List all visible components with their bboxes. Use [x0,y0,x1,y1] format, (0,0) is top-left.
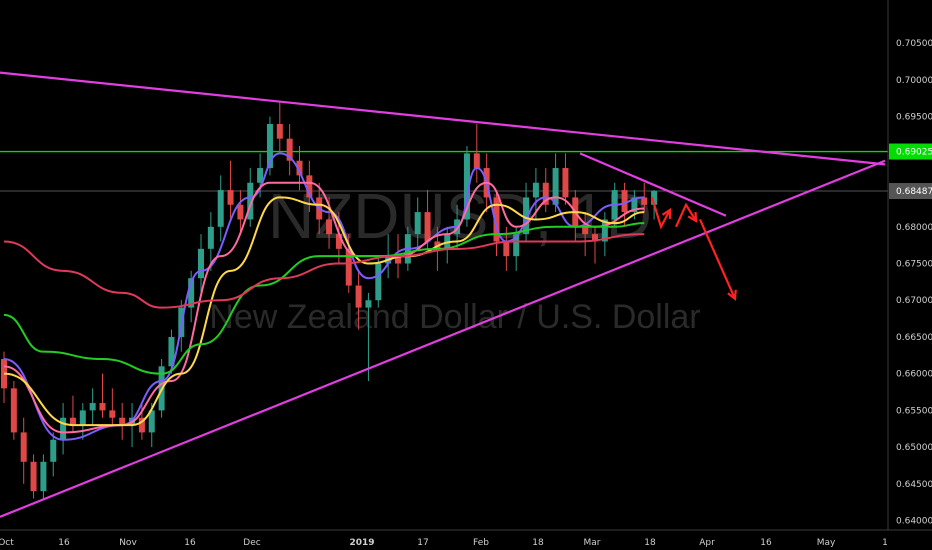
candle-body [109,410,116,418]
candle-body [227,190,234,205]
x-tick-label: 18 [532,538,544,548]
candle-body [89,403,96,411]
projection-arrows[interactable] [650,197,737,301]
price-chart[interactable]: NZDUSD, 1D New Zealand Dollar / U.S. Dol… [0,0,932,550]
candle-body [50,439,57,462]
y-tick-label: 0.66500 [896,333,932,343]
candle-body [365,300,372,308]
x-tick-label: 16 [184,538,196,548]
candle-body [375,263,382,301]
y-tick-label: 0.66000 [896,370,932,380]
y-tick-label: 0.64000 [896,517,932,527]
y-tick-label: 0.65500 [896,406,932,416]
x-tick-label: Mar [584,538,601,548]
candle-body [424,212,431,242]
candle-body [20,432,27,462]
candle-body [503,241,510,257]
x-tick-label: May [817,538,836,548]
candle-body [355,285,362,308]
y-tick-label: 0.64500 [896,480,932,490]
arrow-path [674,202,697,228]
time-axis-bg [0,530,932,550]
candle-body [562,168,569,198]
x-tick-label: 2019 [349,538,374,548]
y-tick-label: 0.65000 [896,443,932,453]
x-tick-label: Apr [699,538,715,548]
candle-body [99,403,106,411]
candle-body [532,182,539,198]
candle-body [69,417,76,426]
candle-body [237,204,244,220]
arrow-path [698,219,737,300]
watermark-name: New Zealand Dollar / U.S. Dollar [209,298,700,336]
candle-body [276,123,283,139]
x-tick-label: 18 [644,538,656,548]
candle-body [217,190,224,227]
candle-body [414,212,421,235]
y-tick-label: 0.70500 [896,39,932,49]
y-tick-label: 0.68000 [896,223,932,233]
x-tick-label: 1 [882,538,888,548]
price-axis[interactable]: 0.705000.700000.695000.690000.685000.680… [887,0,932,530]
candle-body [582,226,589,235]
candle-body [473,153,480,169]
x-tick-label: Oct [0,538,14,548]
candle-body [207,226,214,249]
candle-body [641,197,648,205]
x-tick-label: Feb [473,538,489,548]
price-label: 0.68487 [896,187,932,197]
candle-body [326,219,333,235]
candle-body [40,461,47,492]
y-tick-label: 0.67500 [896,260,932,270]
x-tick-label: 16 [760,538,772,548]
y-tick-label: 0.70000 [896,76,932,86]
trendline [0,71,886,166]
y-tick-label: 0.69500 [896,113,932,123]
candle-body [552,168,559,205]
candle-body [79,410,86,426]
candle-body [621,190,628,213]
candle-body [10,388,17,433]
x-tick-label: 16 [58,538,70,548]
candle-body [60,417,67,440]
price-label: 0.69025 [896,148,932,158]
x-tick-label: Dec [243,538,260,548]
x-tick-label: Nov [119,538,137,548]
candle-body [30,461,37,492]
x-tick-label: 17 [417,538,428,548]
y-tick-label: 0.67000 [896,296,932,306]
time-axis[interactable]: Oct 16 Nov 16 Dec 2019 17 Feb 18 Mar 18 Apr 16 May 1 [0,529,932,550]
candle-body [198,248,204,279]
